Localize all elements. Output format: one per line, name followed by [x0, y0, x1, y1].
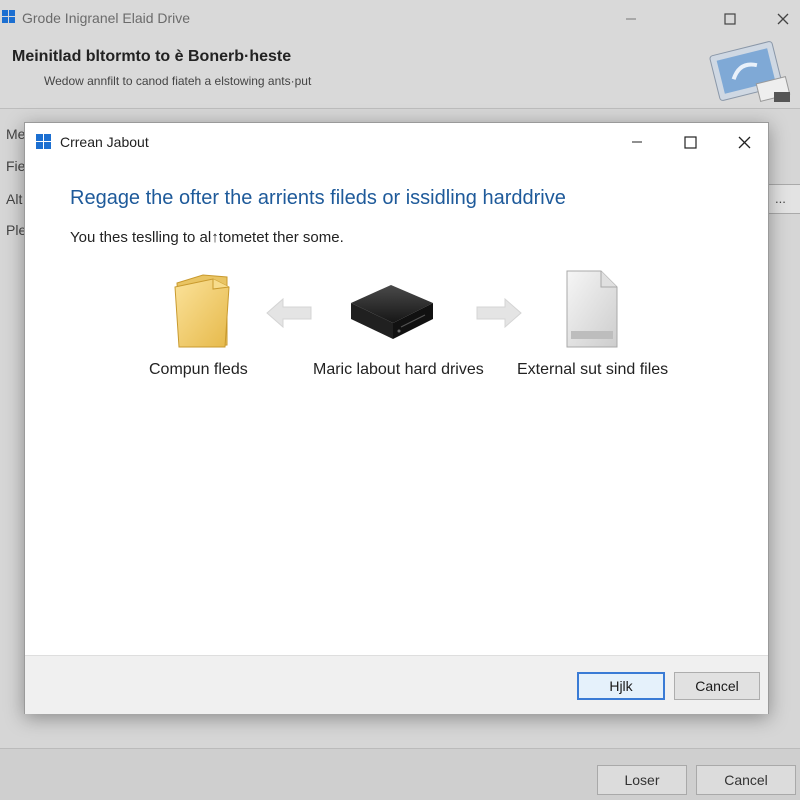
- primary-button[interactable]: Hjlk: [577, 672, 665, 700]
- minimize-icon: [626, 18, 636, 20]
- background-cancel-button[interactable]: Cancel: [696, 765, 796, 795]
- background-header: Meinitlad bltormto to è Bonerb·heste Wed…: [0, 36, 800, 108]
- background-window-title: Grode Inigranel Elaid Drive: [22, 10, 191, 26]
- background-heading: Meinitlad bltormto to è Bonerb·heste: [12, 48, 292, 65]
- background-browse-button[interactable]: ...: [766, 184, 800, 214]
- close-icon: [777, 13, 789, 25]
- maximize-icon: [724, 13, 736, 25]
- background-titlebar: Grode Inigranel Elaid Drive: [0, 0, 800, 36]
- dialog-title: Crrean Jabout: [60, 134, 149, 150]
- dialog-close-button[interactable]: [721, 127, 767, 157]
- cancel-button[interactable]: Cancel: [674, 672, 760, 700]
- folder-icon: [174, 274, 230, 348]
- background-subheading: Wedow annfilt to canod fiateh a elstowin…: [44, 74, 312, 88]
- dialog-footer: Hjlk Cancel: [25, 655, 768, 714]
- arrow-left-icon: [266, 297, 312, 329]
- dialog-heading: Regage the ofter the arrients fileds or …: [70, 187, 566, 209]
- computer-illustration-icon: [709, 41, 791, 102]
- minimize-icon: [632, 141, 642, 143]
- file-icon: [566, 270, 618, 348]
- background-close-button[interactable]: [760, 6, 800, 32]
- dialog-maximize-button[interactable]: [667, 127, 713, 157]
- windows-logo-icon: [2, 10, 15, 23]
- background-side-label: Alt: [6, 191, 23, 207]
- hard-drive-label: Maric labout hard drives: [313, 361, 484, 378]
- background-left-button[interactable]: Loser: [597, 765, 687, 795]
- maximize-icon: [683, 135, 697, 149]
- folder-label: Compun fleds: [149, 361, 248, 378]
- background-maximize-button[interactable]: [707, 6, 753, 32]
- background-side-label: Fie: [6, 158, 26, 174]
- dialog-window: Crrean Jabout Regage the ofter the arrie…: [24, 122, 769, 714]
- close-icon: [738, 136, 750, 148]
- dialog-instruction: You thes teslling to al↑tometet ther som…: [70, 229, 344, 246]
- windows-logo-icon: [36, 134, 51, 149]
- background-divider: [0, 108, 800, 109]
- hard-drive-icon: [351, 285, 433, 339]
- background-minimize-button[interactable]: [608, 6, 654, 32]
- dialog-titlebar: Crrean Jabout: [25, 123, 768, 161]
- file-label: External sut sind files: [517, 361, 669, 378]
- dialog-minimize-button[interactable]: [614, 127, 660, 157]
- arrow-right-icon: [476, 297, 522, 329]
- background-footer: Loser Cancel: [0, 748, 800, 800]
- background-side-label: Me: [6, 126, 26, 142]
